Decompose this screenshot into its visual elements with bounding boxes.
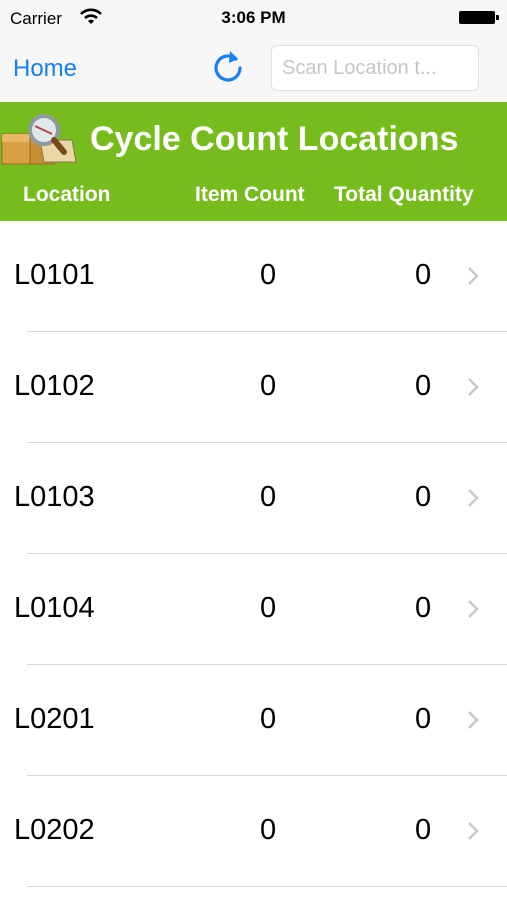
total-quantity: 0	[415, 703, 432, 735]
inventory-search-icon	[1, 114, 77, 165]
clock: 3:06 PM	[221, 8, 286, 27]
item-count: 0	[260, 481, 277, 513]
navigation-bar: Home	[0, 36, 507, 102]
locations-list: L0101 0 0 L0102 0 0 L0103 0 0 L0104 0 0 …	[0, 221, 507, 887]
chevron-right-icon	[468, 711, 479, 729]
status-bar: Carrier 3:06 PM	[0, 0, 507, 36]
total-quantity: 0	[415, 814, 432, 846]
total-quantity: 0	[415, 481, 432, 513]
total-quantity: 0	[415, 370, 432, 402]
table-row[interactable]: L0201 0 0	[0, 665, 507, 776]
home-button[interactable]: Home	[13, 55, 77, 83]
location-code: L0201	[14, 703, 95, 735]
page-title: Cycle Count Locations	[90, 120, 459, 158]
column-header-item-count: Item Count	[195, 183, 305, 206]
table-row[interactable]: L0104 0 0	[0, 554, 507, 665]
location-code: L0103	[14, 481, 95, 513]
table-row[interactable]: L0102 0 0	[0, 332, 507, 443]
item-count: 0	[260, 370, 277, 402]
battery-icon	[459, 11, 499, 24]
chevron-right-icon	[468, 378, 479, 396]
scan-location-input[interactable]	[271, 45, 479, 91]
item-count: 0	[260, 703, 277, 735]
location-code: L0102	[14, 370, 95, 402]
table-row[interactable]: L0103 0 0	[0, 443, 507, 554]
chevron-right-icon	[468, 600, 479, 618]
table-row[interactable]: L0202 0 0	[0, 776, 507, 887]
column-header-total-quantity: Total Quantity	[334, 183, 474, 206]
location-code: L0101	[14, 259, 95, 291]
table-row[interactable]: L0101 0 0	[0, 221, 507, 332]
item-count: 0	[260, 592, 277, 624]
refresh-icon[interactable]	[208, 48, 248, 88]
chevron-right-icon	[468, 267, 479, 285]
location-code: L0202	[14, 814, 95, 846]
item-count: 0	[260, 814, 277, 846]
total-quantity: 0	[415, 259, 432, 291]
column-header-location: Location	[23, 183, 111, 206]
chevron-right-icon	[468, 489, 479, 507]
total-quantity: 0	[415, 592, 432, 624]
item-count: 0	[260, 259, 277, 291]
header-banner: Cycle Count Locations Location Item Coun…	[0, 102, 507, 221]
row-divider	[27, 886, 507, 887]
location-code: L0104	[14, 592, 95, 624]
chevron-right-icon	[468, 822, 479, 840]
